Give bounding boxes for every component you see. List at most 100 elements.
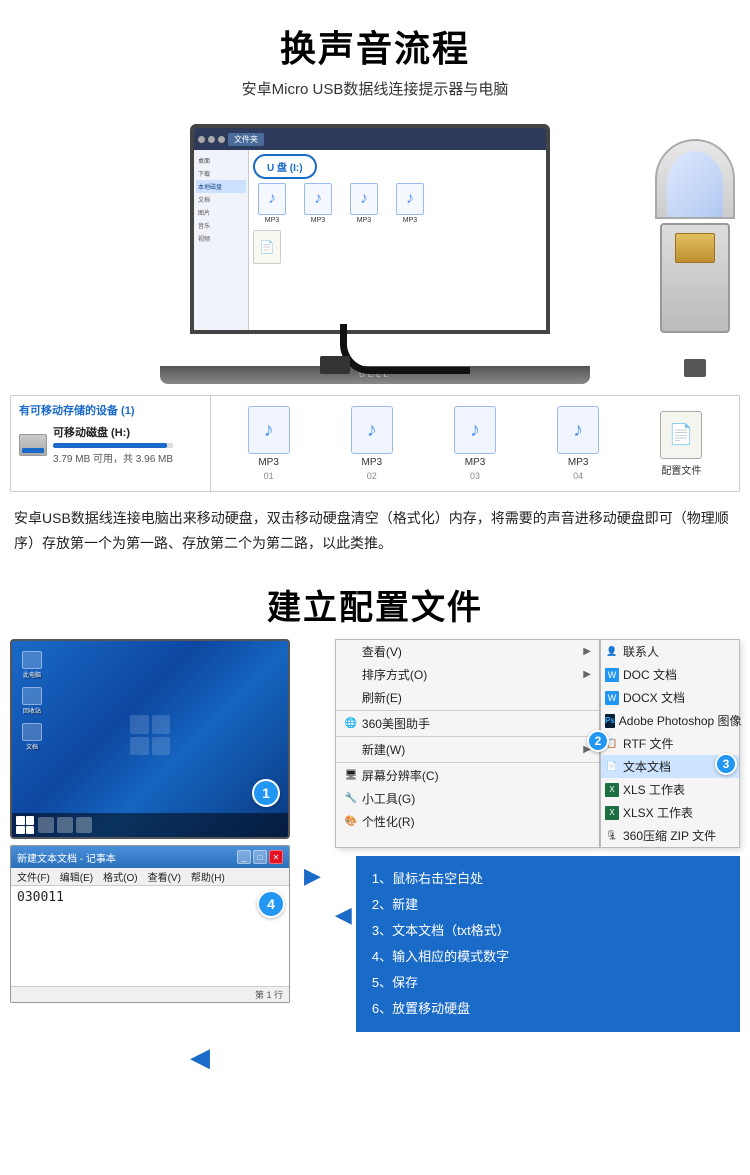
fb-right-panel: ♪ MP3 01 ♪ MP3 02 ♪ MP3 03 ♪ MP3 04 📄 配置… (211, 396, 739, 491)
usb-port (684, 359, 706, 377)
menus-container: 查看(V) ▶ 排序方式(O) ▶ 刷新(E) 🌐360美图助手 新建(W) (335, 639, 740, 848)
fb-mp3-03: ♪ MP3 03 (454, 406, 496, 481)
notepad-restore[interactable]: □ (253, 850, 267, 864)
submenu: 👤联系人 WDOC 文档 WDOCX 文档 PsAdobe Photoshop … (600, 639, 740, 848)
step-2: 2、新建 (372, 892, 724, 918)
win-desktop: 此电脑 回收站 文档 (10, 639, 290, 839)
section2-body: 此电脑 回收站 文档 (0, 639, 750, 1032)
step-5: 5、保存 (372, 970, 724, 996)
mp3-icon-1 (258, 183, 286, 215)
fb-left-panel: 有可移动存储的设备 (1) 可移动磁盘 (H:) 3.79 MB 可用，共 3.… (11, 396, 211, 491)
notepad-menu-format[interactable]: 格式(O) (103, 869, 137, 884)
mp3-file-1: MP3 (253, 183, 291, 224)
description-text: 安卓USB数据线连接电脑出来移动硬盘，双击移动硬盘清空（格式化）内存，将需要的声… (0, 498, 750, 564)
badge-1: 1 (252, 779, 280, 807)
notepad-minimize[interactable]: _ (237, 850, 251, 864)
fb-mp3-icon-01: ♪ (248, 406, 290, 454)
explorer-tab: 文件夹 (228, 133, 264, 146)
win-start-button[interactable] (16, 816, 34, 834)
sm-contact[interactable]: 👤联系人 (601, 640, 739, 663)
file-browser-section: 有可移动存储的设备 (1) 可移动磁盘 (H:) 3.79 MB 可用，共 3.… (10, 395, 740, 492)
drive-progress-fill (53, 443, 167, 448)
usb-cable (340, 324, 470, 374)
mp3-icon-2 (304, 183, 332, 215)
mp3-icon-3 (350, 183, 378, 215)
desktop-icon-2: 回收站 (22, 687, 42, 715)
arrow-right-1 (300, 639, 325, 1032)
cm-gadgets[interactable]: 🔧小工具(G) (336, 787, 599, 810)
fb-mp3-02: ♪ MP3 02 (351, 406, 393, 481)
cm-resolution[interactable]: 🖥屏幕分辨率(C) (336, 764, 599, 787)
cm-view[interactable]: 查看(V) ▶ (336, 640, 599, 663)
fb-drive: 可移动磁盘 (H:) 3.79 MB 可用，共 3.96 MB (19, 424, 202, 465)
laptop-screen: 文件夹 桌面 下载 本地磁盘 文档 图片 音乐 视频 U 盘 (I:) (190, 124, 550, 334)
cm-personalize[interactable]: 🎨个性化(R) (336, 810, 599, 833)
notepad-titlebar: 新建文本文档 - 记事本 _ □ ✕ (11, 846, 289, 868)
sm-zip[interactable]: 🗜360压缩 ZIP 文件 (601, 824, 739, 847)
bottom-arrow: ◀ (0, 1042, 750, 1083)
cm-refresh[interactable]: 刷新(E) (336, 686, 599, 709)
usb-device (650, 139, 740, 359)
cm-new[interactable]: 新建(W) ▶ 2 (336, 738, 599, 761)
usb-body (660, 223, 730, 333)
fb-mp3-01: ♪ MP3 01 (248, 406, 290, 481)
badge-3: 3 (715, 753, 737, 775)
mp3-icon-4 (396, 183, 424, 215)
notepad-content[interactable]: 030011 (11, 886, 70, 986)
notepad-close[interactable]: ✕ (269, 850, 283, 864)
notepad-window: 新建文本文档 - 记事本 _ □ ✕ 文件(F) 编辑(E) 格式(O) 查看(… (10, 845, 290, 1003)
sm-docx[interactable]: WDOCX 文档 (601, 686, 739, 709)
steps-box: 1、鼠标右击空白处 2、新建 3、文本文档（txt格式） 4、输入相应的模式数字… (356, 856, 740, 1032)
usb-connector (320, 356, 350, 374)
sm-rtf[interactable]: 📋RTF 文件 (601, 732, 739, 755)
right-column: 查看(V) ▶ 排序方式(O) ▶ 刷新(E) 🌐360美图助手 新建(W) (335, 639, 740, 1032)
context-menu: 查看(V) ▶ 排序方式(O) ▶ 刷新(E) 🌐360美图助手 新建(W) (335, 639, 600, 848)
sm-xls[interactable]: XXLS 工作表 (601, 778, 739, 801)
fb-mp3-icon-02: ♪ (351, 406, 393, 454)
fb-config-file: 📄 配置文件 (660, 411, 702, 477)
fb-mp3-icon-03: ♪ (454, 406, 496, 454)
badge-4: 4 (257, 890, 285, 918)
cm-360[interactable]: 🌐360美图助手 (336, 712, 599, 735)
notepad-menu-view[interactable]: 查看(V) (148, 869, 181, 884)
left-column: 此电脑 回收站 文档 (10, 639, 290, 1032)
notepad-menu-file[interactable]: 文件(F) (17, 869, 50, 884)
sm-doc[interactable]: WDOC 文档 (601, 663, 739, 686)
sm-txt[interactable]: 📄文本文档 3 (601, 755, 739, 778)
usb-beacon (655, 139, 735, 219)
drive-progress-bar (53, 443, 173, 448)
mp3-file-4: MP3 (391, 183, 429, 224)
drive-icon (19, 434, 47, 456)
step-1: 1、鼠标右击空白处 (372, 866, 724, 892)
step-4: 4、输入相应的模式数字 (372, 944, 724, 970)
page-title-2: 建立配置文件 (0, 564, 750, 639)
mp3-file-3: MP3 (345, 183, 383, 224)
fb-mp3-04: ♪ MP3 04 (557, 406, 599, 481)
arrow-left (335, 852, 352, 928)
desktop-icon-3: 文档 (22, 723, 42, 751)
steps-row: 1、鼠标右击空白处 2、新建 3、文本文档（txt格式） 4、输入相应的模式数字… (335, 852, 740, 1032)
notepad-menu-edit[interactable]: 编辑(E) (60, 869, 93, 884)
fb-config-icon: 📄 (660, 411, 702, 459)
sidebar-item-ex: 桌面 (196, 154, 246, 167)
fb-mp3-icon-04: ♪ (557, 406, 599, 454)
mp3-file-2: MP3 (299, 183, 337, 224)
win-taskbar (12, 813, 288, 837)
laptop-illustration: 文件夹 桌面 下载 本地磁盘 文档 图片 音乐 视频 U 盘 (I:) (0, 109, 750, 389)
mp3-files-container: MP3 MP3 MP3 (253, 183, 542, 224)
desktop-icon-1: 此电脑 (22, 651, 42, 679)
step-3: 3、文本文档（txt格式） (372, 918, 724, 944)
notepad-menu-help[interactable]: 帮助(H) (191, 869, 225, 884)
cm-sort[interactable]: 排序方式(O) ▶ (336, 663, 599, 686)
notepad-title-text: 新建文本文档 - 记事本 (17, 850, 116, 865)
notepad-menubar: 文件(F) 编辑(E) 格式(O) 查看(V) 帮助(H) (11, 868, 289, 886)
page-subtitle-1: 安卓Micro USB数据线连接提示器与电脑 (0, 78, 750, 99)
drive-name: 可移动磁盘 (H:) (53, 424, 173, 440)
step-6: 6、放置移动硬盘 (372, 996, 724, 1022)
fb-header: 有可移动存储的设备 (1) (19, 402, 202, 418)
drive-size: 3.79 MB 可用，共 3.96 MB (53, 450, 173, 465)
sm-photoshop[interactable]: PsAdobe Photoshop 图像 (601, 709, 739, 732)
usb-label: U 盘 (I:) (253, 154, 317, 179)
sm-xlsx[interactable]: XXLSX 工作表 (601, 801, 739, 824)
page-title-1: 换声音流程 (0, 0, 750, 78)
